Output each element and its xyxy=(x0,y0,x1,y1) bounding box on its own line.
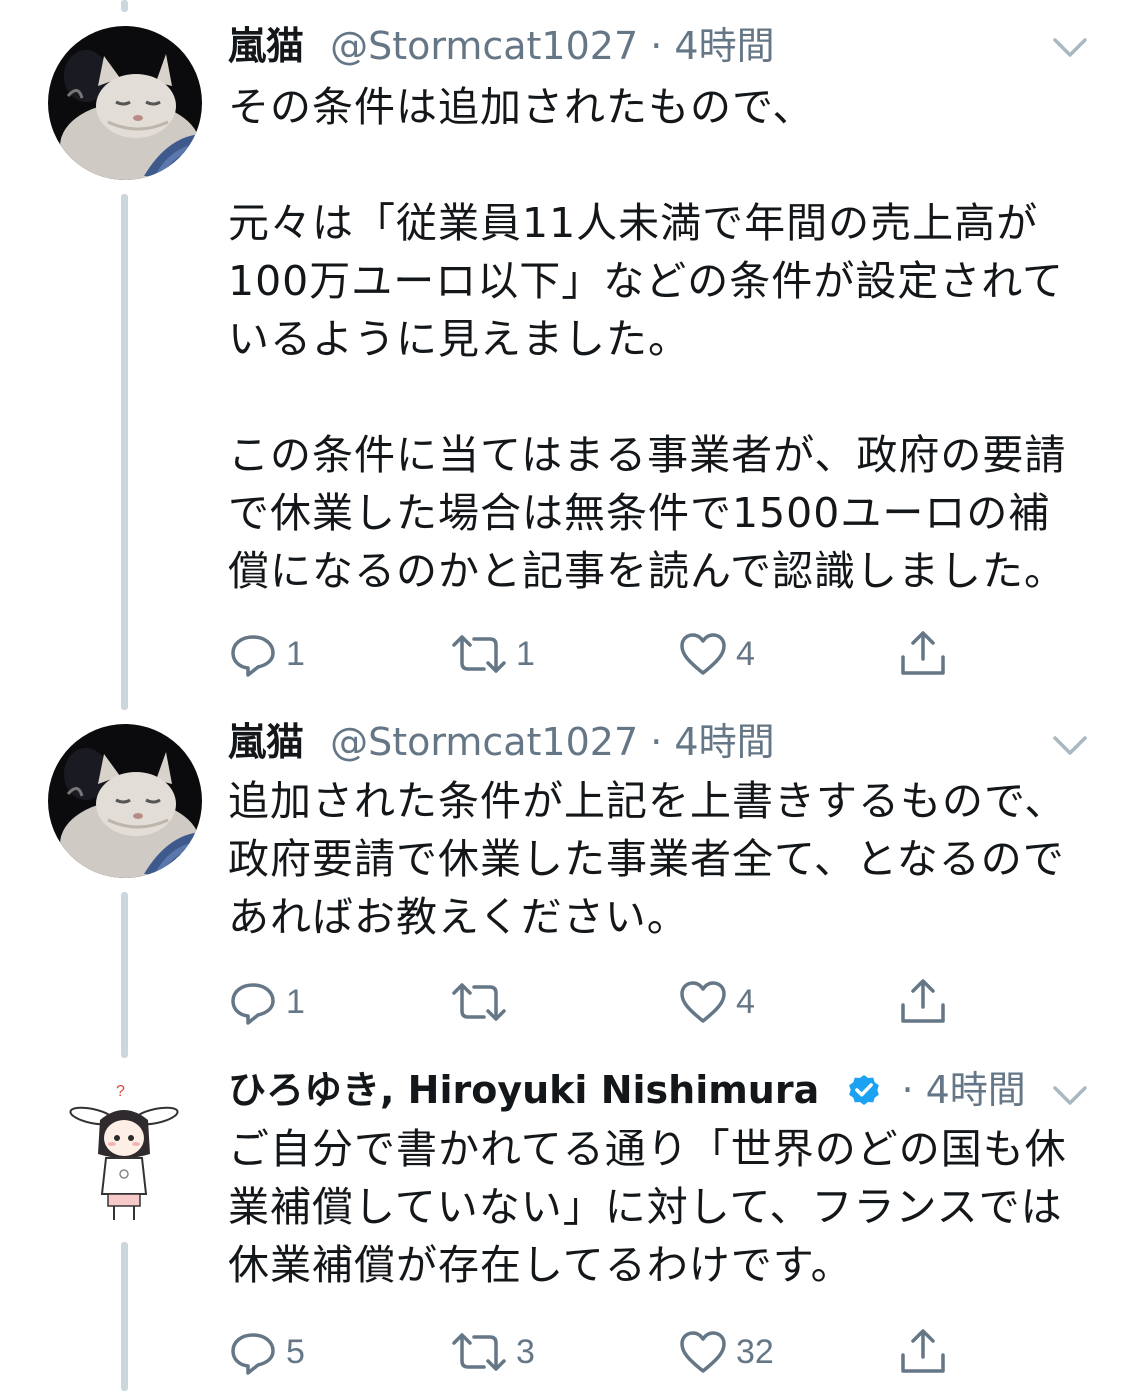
avatar[interactable] xyxy=(48,724,202,878)
tweet[interactable]: ? ひろゆき, Hiroyuki Nishimura · 4時間 ご自分で書かれ… xyxy=(0,1050,1125,1391)
display-name[interactable]: 嵐猫 xyxy=(228,24,304,68)
bunny-girl-avatar-image: ? xyxy=(48,1070,202,1224)
tweet-text-line: 100万ユーロ以下」などの条件が設定されて xyxy=(228,257,1065,305)
tweet-text-line: いるように見えました。 xyxy=(228,315,690,363)
reply-count: 1 xyxy=(286,634,305,673)
tweet-text: 追加された条件が上記を上書きするもので、 政府要請で休業した事業者全て、となるの… xyxy=(228,772,1088,946)
share-button[interactable] xyxy=(898,624,948,684)
tweet-actions: 1 4 xyxy=(228,972,988,1032)
handle[interactable]: @Stormcat1027 xyxy=(330,720,638,764)
timestamp[interactable]: 4時間 xyxy=(674,720,774,764)
avatar[interactable] xyxy=(48,26,202,180)
display-name[interactable]: 嵐猫 xyxy=(228,720,304,764)
tweet-text: ご自分で書かれてる通り「世界のどの国も休 業補償していない」に対して、フランスで… xyxy=(228,1120,1088,1294)
timestamp[interactable]: 4時間 xyxy=(674,24,774,68)
separator: · xyxy=(650,24,663,68)
tweet[interactable]: 嵐猫 @Stormcat1027 · 4時間 追加された条件が上記を上書きするも… xyxy=(0,698,1125,1054)
tweet-text-line: 政府要請で休業した事業者全て、となるので xyxy=(228,835,1065,883)
reply-icon xyxy=(231,983,275,1025)
tweet-text-line: 償になるのかと記事を読んで認識しました。 xyxy=(228,547,1066,595)
tweet-text-line: 元々は「従業員11人未満で年間の売上高が xyxy=(228,199,1039,247)
heart-icon xyxy=(680,1331,726,1373)
retweet-icon xyxy=(452,983,506,1021)
like-count: 4 xyxy=(736,634,755,673)
cat-avatar-image xyxy=(48,26,202,180)
tweet-text-line: その条件は追加されたもので、 xyxy=(228,83,815,131)
reply-icon xyxy=(231,635,275,677)
like-button[interactable]: 4 xyxy=(678,624,755,684)
verified-badge-icon xyxy=(849,1074,880,1106)
share-button[interactable] xyxy=(898,972,948,1032)
tweet-actions: 1 1 4 xyxy=(228,624,988,684)
retweet-icon xyxy=(452,1333,506,1371)
share-icon xyxy=(901,979,945,1023)
retweet-count: 1 xyxy=(516,634,535,673)
separator: · xyxy=(650,720,663,764)
share-button[interactable] xyxy=(898,1322,948,1382)
display-name[interactable]: ひろゆき, Hiroyuki Nishimura xyxy=(228,1068,819,1112)
tweet-header: 嵐猫 @Stormcat1027 · 4時間 xyxy=(228,20,1065,72)
tweet-text-line: 追加された条件が上記を上書きするもので、 xyxy=(228,777,1067,825)
handle[interactable]: @Stormcat1027 xyxy=(330,24,638,68)
svg-text:?: ? xyxy=(116,1083,125,1100)
tweet-text-line: で休業した場合は無条件で1500ユーロの補 xyxy=(228,489,1051,537)
tweet-text-line: 休業補償が存在してるわけです。 xyxy=(228,1241,853,1289)
retweet-icon xyxy=(452,635,506,673)
reply-button[interactable]: 1 xyxy=(228,972,305,1032)
timestamp[interactable]: 4時間 xyxy=(926,1068,1026,1112)
reply-count: 5 xyxy=(286,1332,305,1371)
reply-button[interactable]: 1 xyxy=(228,624,305,684)
share-icon xyxy=(901,1329,945,1373)
retweet-count: 3 xyxy=(516,1332,535,1371)
heart-icon xyxy=(680,633,726,675)
retweet-button[interactable]: 3 xyxy=(450,1322,535,1382)
share-icon xyxy=(901,631,945,675)
like-button[interactable]: 4 xyxy=(678,972,755,1032)
tweet-header: ひろゆき, Hiroyuki Nishimura · 4時間 xyxy=(228,1064,1026,1116)
tweet-actions: 5 3 32 xyxy=(228,1322,988,1382)
reply-icon xyxy=(231,1333,275,1375)
heart-icon xyxy=(680,981,726,1023)
tweet-text: その条件は追加されたもので、 元々は「従業員11人未満で年間の売上高が 100万… xyxy=(228,78,1088,600)
tweet-text-line: この条件に当てはまる事業者が、政府の要請 xyxy=(228,431,1067,479)
chevron-down-icon[interactable] xyxy=(1049,26,1091,68)
tweet-text-line: ご自分で書かれてる通り「世界のどの国も休 xyxy=(228,1125,1067,1173)
cat-avatar-image xyxy=(48,724,202,878)
tweet-text-line: あればお教えください。 xyxy=(228,893,689,941)
chevron-down-icon[interactable] xyxy=(1049,1074,1091,1116)
tweet[interactable]: 嵐猫 @Stormcat1027 · 4時間 その条件は追加されたもので、 元々… xyxy=(0,0,1125,700)
retweet-button[interactable]: 1 xyxy=(450,624,535,684)
chevron-down-icon[interactable] xyxy=(1049,724,1091,766)
reply-button[interactable]: 5 xyxy=(228,1322,305,1382)
like-button[interactable]: 32 xyxy=(678,1322,774,1382)
retweet-button[interactable] xyxy=(450,972,516,1032)
avatar[interactable]: ? xyxy=(48,1070,202,1224)
like-count: 32 xyxy=(736,1332,774,1371)
reply-count: 1 xyxy=(286,982,305,1021)
tweet-text-line: 業補償していない」に対して、フランスでは xyxy=(228,1183,1063,1231)
tweet-header: 嵐猫 @Stormcat1027 · 4時間 xyxy=(228,716,1065,768)
like-count: 4 xyxy=(736,982,755,1021)
separator: · xyxy=(901,1068,914,1112)
